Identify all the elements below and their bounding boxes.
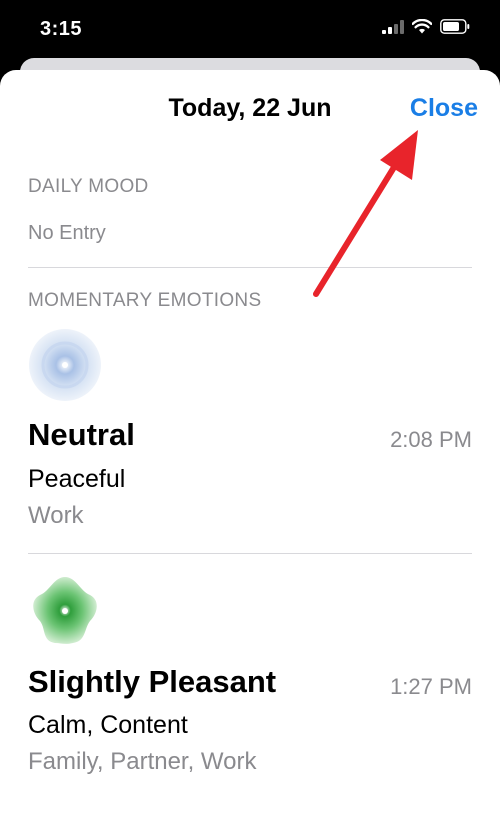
neutral-mood-icon [29, 329, 101, 401]
entry-context: Family, Partner, Work [28, 748, 257, 775]
close-button[interactable]: Close [410, 94, 478, 123]
day-detail-sheet: Today, 22 Jun Close DAILY MOOD No Entry … [0, 70, 500, 835]
sheet-header: Today, 22 Jun Close [0, 70, 500, 145]
momentary-emotions-label: MOMENTARY EMOTIONS [28, 290, 262, 311]
entry-mood-title: Neutral [28, 417, 135, 452]
cellular-signal-icon [382, 19, 404, 34]
entry-feelings: Peaceful [28, 465, 126, 493]
entry-context: Work [28, 502, 84, 529]
status-bar: 3:15 [0, 0, 500, 60]
status-time: 3:15 [40, 18, 83, 40]
screen: 3:15 Today, 22 Jun Close DAILY MOOD No E… [0, 0, 500, 835]
entry-feelings: Calm, Content [28, 711, 188, 739]
battery-icon [440, 19, 470, 34]
entry-time: 1:27 PM [390, 674, 472, 699]
daily-mood-label: DAILY MOOD [28, 176, 149, 197]
entry-mood-title: Slightly Pleasant [28, 664, 277, 699]
slightly-pleasant-mood-icon [33, 577, 97, 644]
divider [28, 267, 472, 268]
wifi-icon [412, 19, 432, 34]
status-icons [382, 19, 470, 34]
entry-time: 2:08 PM [390, 427, 472, 452]
divider [28, 553, 472, 554]
daily-mood-value: No Entry [28, 222, 106, 244]
